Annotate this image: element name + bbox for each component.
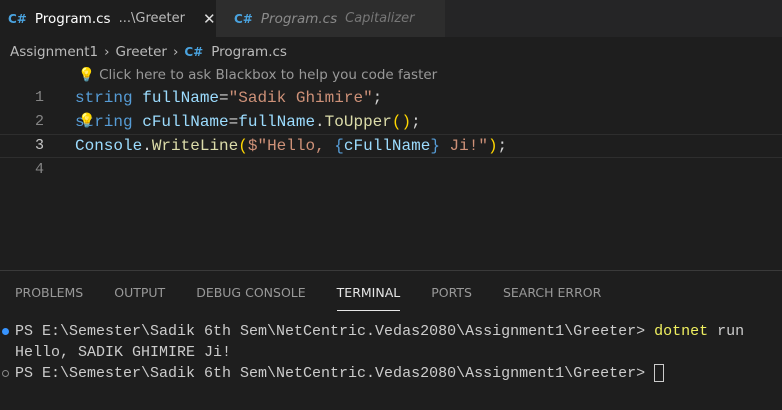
terminal-output: Hello, SADIK GHIMIRE Ji! bbox=[15, 344, 232, 361]
tab-program-capitalizer[interactable]: C# Program.cs Capitalizer bbox=[216, 0, 445, 37]
tab-terminal[interactable]: TERMINAL bbox=[336, 285, 400, 311]
code-line: 1 string fullName="Sadik Ghimire"; bbox=[0, 86, 782, 110]
lightbulb-icon[interactable]: 💡 bbox=[78, 110, 95, 134]
terminal-line: PS E:\Semester\Sadik 6th Sem\NetCentric.… bbox=[0, 363, 744, 384]
code-line: 4 bbox=[0, 158, 782, 182]
lightbulb-icon: 💡 bbox=[78, 67, 95, 83]
tab-output[interactable]: OUTPUT bbox=[114, 285, 165, 311]
line-number: 2 bbox=[34, 113, 44, 130]
bottom-panel: PROBLEMS OUTPUT DEBUG CONSOLE TERMINAL P… bbox=[0, 270, 782, 410]
chevron-right-icon: › bbox=[104, 44, 110, 60]
tab-search-error[interactable]: SEARCH ERROR bbox=[503, 285, 601, 311]
line-number: 3 bbox=[34, 137, 44, 154]
hint-text: Click here to ask Blackbox to help you c… bbox=[99, 67, 438, 83]
breadcrumb-item[interactable]: Assignment1 bbox=[10, 44, 98, 60]
tab-description: ...\Greeter bbox=[118, 11, 185, 26]
tab-problems[interactable]: PROBLEMS bbox=[15, 285, 83, 311]
line-number: 4 bbox=[34, 161, 44, 178]
chevron-right-icon: › bbox=[172, 44, 179, 60]
code-line-current: 3 Console.WriteLine($"Hello, {cFullName} … bbox=[0, 134, 782, 158]
csharp-file-icon: C# bbox=[234, 11, 253, 26]
tab-label: Program.cs bbox=[260, 10, 338, 27]
csharp-file-icon: C# bbox=[8, 11, 27, 26]
breadcrumb: Assignment1 › Greeter › C# Program.cs bbox=[10, 44, 287, 60]
command-pending-dot-icon[interactable] bbox=[2, 370, 9, 377]
tab-ports[interactable]: PORTS bbox=[431, 285, 472, 311]
tab-description: Capitalizer bbox=[345, 11, 415, 26]
panel-tabs: PROBLEMS OUTPUT DEBUG CONSOLE TERMINAL P… bbox=[15, 285, 632, 311]
code-line: 2 string cFullName=fullName.ToUpper(); 💡 bbox=[0, 110, 782, 134]
code-editor[interactable]: 1 string fullName="Sadik Ghimire"; 2 strin… bbox=[0, 86, 782, 182]
tab-label: Program.cs bbox=[34, 10, 111, 27]
blackbox-hint[interactable]: 💡 Click here to ask Blackbox to help you… bbox=[78, 67, 437, 83]
line-number: 1 bbox=[34, 89, 44, 106]
tab-debug-console[interactable]: DEBUG CONSOLE bbox=[196, 285, 305, 311]
breadcrumb-item[interactable]: Greeter bbox=[115, 44, 166, 60]
terminal-line: PS E:\Semester\Sadik 6th Sem\NetCentric.… bbox=[0, 321, 744, 342]
breadcrumb-item[interactable]: Program.cs bbox=[211, 44, 287, 60]
terminal-cursor bbox=[654, 364, 665, 383]
editor-tabs: C# Program.cs ...\Greeter ✕ C# Program.c… bbox=[0, 0, 782, 37]
csharp-file-icon: C# bbox=[184, 45, 204, 59]
terminal[interactable]: PS E:\Semester\Sadik 6th Sem\NetCentric.… bbox=[0, 321, 744, 384]
command-success-dot-icon[interactable] bbox=[2, 328, 9, 335]
close-icon[interactable]: ✕ bbox=[203, 10, 216, 28]
tab-program-greeter[interactable]: C# Program.cs ...\Greeter ✕ bbox=[0, 0, 216, 37]
